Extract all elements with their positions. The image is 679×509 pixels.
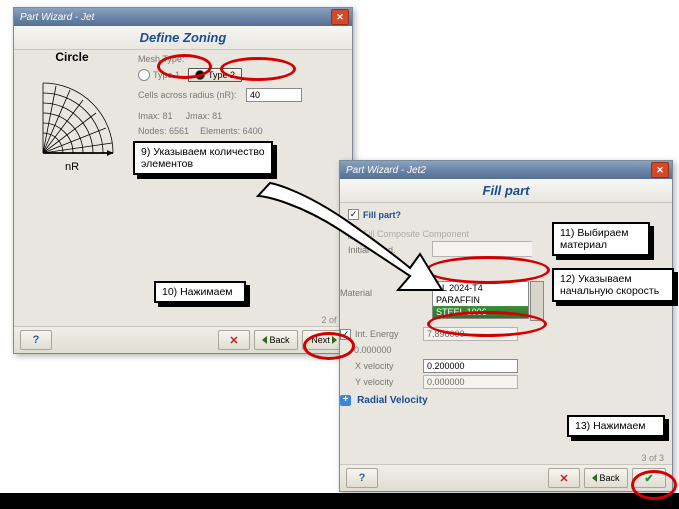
- cancel-button[interactable]: ✕: [218, 330, 250, 350]
- yvel-label: Y velocity: [355, 377, 423, 387]
- close-icon[interactable]: ✕: [651, 162, 669, 178]
- step-counter-2: 3 of 3: [641, 453, 664, 463]
- callout-13: 13) Нажимаем: [567, 415, 665, 437]
- footer-zoning: ? ✕ Back Next: [14, 326, 352, 353]
- radial-toggle[interactable]: Radial Velocity: [357, 395, 428, 406]
- title-text: Part Wizard - Jet: [20, 12, 94, 23]
- footer-fill: ? ✕ Back ✔: [340, 464, 672, 491]
- subtitle-zoning: Define Zoning: [14, 26, 352, 50]
- cells-label: Cells across radius (nR):: [138, 90, 238, 100]
- imax-label: Imax: 81: [138, 111, 173, 121]
- radio-type2-selected[interactable]: Type 2: [188, 68, 242, 82]
- cb-intenergy[interactable]: ✓: [340, 329, 351, 340]
- nodes-label: Nodes: 6561: [138, 126, 189, 136]
- fill-part-row[interactable]: ✓ Fill part?: [348, 209, 664, 220]
- checkbox-composite: [348, 228, 359, 239]
- material-list[interactable]: AL 2024-T4 PARAFFIN STEEL 1006: [432, 281, 529, 319]
- yvel-input[interactable]: 0.000000: [423, 375, 518, 389]
- circle-heading: Circle: [16, 50, 128, 64]
- callout-11: 11) Выбираем материал: [552, 222, 650, 256]
- back-button-2[interactable]: Back: [584, 468, 628, 488]
- material-scrollbar[interactable]: [530, 281, 544, 321]
- cells-input[interactable]: 40: [246, 88, 302, 102]
- checkbox-fill[interactable]: ✓: [348, 209, 359, 220]
- material-option[interactable]: AL 2024-T4: [433, 282, 528, 294]
- callout-12: 12) Указываем начальную скорость: [552, 268, 674, 302]
- intenergy-input[interactable]: 7.896000: [423, 327, 518, 341]
- xvel-label: X velocity: [355, 361, 423, 371]
- help-button[interactable]: ?: [20, 330, 52, 350]
- help-button-2[interactable]: ?: [346, 468, 378, 488]
- callout-9: 9) Указываем количество элементов: [133, 141, 273, 175]
- back-button[interactable]: Back: [254, 330, 298, 350]
- cancel-button-2[interactable]: ✕: [548, 468, 580, 488]
- subtitle-fill: Fill part: [340, 179, 672, 203]
- titlebar-zoning: Part Wizard - Jet ✕: [14, 8, 352, 26]
- callout-10: 10) Нажимаем: [154, 281, 246, 303]
- material-option-selected[interactable]: STEEL 1006: [433, 306, 528, 318]
- titlebar-fill: Part Wizard - Jet2 ✕: [340, 161, 672, 179]
- xvel-input[interactable]: 0.200000: [423, 359, 518, 373]
- finish-button[interactable]: ✔: [632, 468, 666, 488]
- intenergy-label: Int. Energy: [355, 329, 423, 339]
- wizard-window-fill: Part Wizard - Jet2 ✕ Fill part ✓ Fill pa…: [339, 160, 673, 492]
- mesh-type-label: Mesh Type:: [138, 54, 346, 64]
- radio-type1[interactable]: Type 1: [138, 69, 180, 81]
- material-option[interactable]: PARAFFIN: [433, 294, 528, 306]
- elements-label: Elements: 6400: [200, 126, 263, 136]
- nr-axis-label: nR: [16, 161, 128, 173]
- close-icon[interactable]: ✕: [331, 9, 349, 25]
- title-text: Part Wizard - Jet2: [346, 165, 426, 176]
- material-label: Material: [340, 288, 372, 298]
- jmax-label: Jmax: 81: [186, 111, 223, 121]
- bottom-black-strip: [0, 493, 679, 509]
- expand-icon[interactable]: +: [340, 395, 351, 406]
- mesh-diagram: [18, 68, 126, 163]
